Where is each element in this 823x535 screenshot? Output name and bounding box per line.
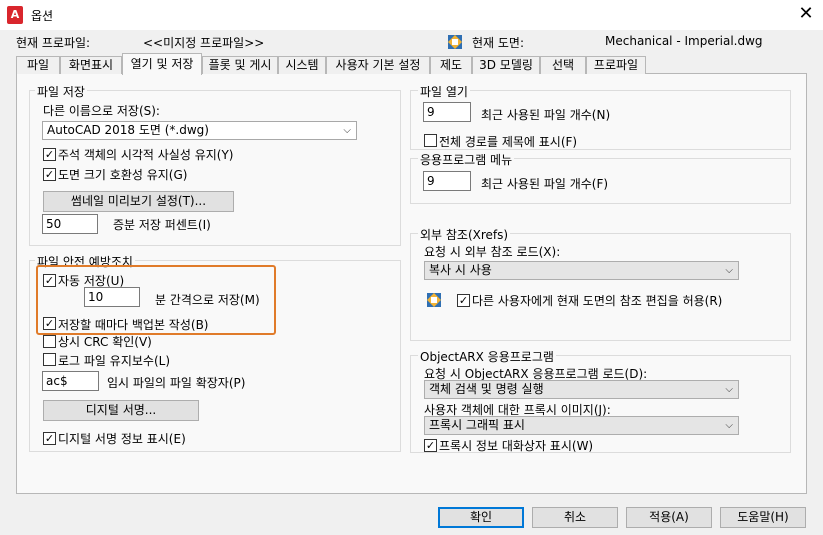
current-drawing-value: Mechanical - Imperial.dwg — [605, 34, 763, 48]
crc-checkbox[interactable] — [43, 335, 56, 348]
tab-plot-publish[interactable]: 플롯 및 게시 — [202, 56, 278, 74]
digital-signature-button[interactable]: 디지털 서명... — [43, 400, 199, 421]
thumbnail-settings-button[interactable]: 썸네일 미리보기 설정(T)... — [43, 191, 234, 212]
xrefs-title: 외부 참조(Xrefs) — [418, 226, 511, 243]
help-button[interactable]: 도움말(H) — [720, 507, 806, 528]
autosave-checkbox[interactable]: ✓ — [43, 274, 56, 287]
saveas-value: AutoCAD 2018 도면 (*.dwg) — [47, 123, 209, 137]
proxy-image-select[interactable]: 프록시 그래픽 표시 ⌵ — [424, 416, 739, 435]
chevron-down-icon: ⌵ — [725, 420, 733, 431]
proxy-dialog-label: 프록시 정보 대화상자 표시(W) — [439, 439, 594, 453]
log-checkbox[interactable] — [43, 353, 56, 366]
annotative-label: 주석 객체의 시각적 사실성 유지(Y) — [58, 148, 234, 162]
objectarx-title: ObjectARX 응용프로그램 — [418, 348, 556, 365]
close-icon[interactable]: ✕ — [794, 2, 818, 26]
file-save-title: 파일 저장 — [35, 83, 87, 100]
proxy-dialog-checkbox[interactable]: ✓ — [424, 439, 437, 452]
drawing-icon — [448, 35, 462, 49]
temp-ext-input[interactable]: ac$ — [42, 371, 99, 391]
log-label: 로그 파일 유지보수(L) — [58, 354, 170, 368]
digital-sig-info-checkbox[interactable]: ✓ — [43, 432, 56, 445]
demand-load-select[interactable]: 복사 시 사용 ⌵ — [424, 261, 739, 280]
tab-drafting[interactable]: 제도 — [430, 56, 472, 74]
saveas-select[interactable]: AutoCAD 2018 도면 (*.dwg) ⌵ — [42, 121, 357, 140]
chevron-down-icon: ⌵ — [725, 265, 733, 276]
proxy-image-value: 프록시 그래픽 표시 — [429, 418, 525, 432]
annotative-checkbox[interactable]: ✓ — [43, 148, 56, 161]
current-profile-label: 현재 프로파일: — [16, 36, 91, 50]
fullpath-checkbox[interactable] — [424, 134, 437, 147]
drawing-size-checkbox[interactable]: ✓ — [43, 168, 56, 181]
title-bar: A 옵션 ✕ — [0, 0, 823, 30]
tab-system[interactable]: 시스템 — [278, 56, 326, 74]
arx-load-value: 객체 검색 및 명령 실행 — [429, 382, 544, 396]
app-menu-title: 응용프로그램 메뉴 — [418, 151, 515, 168]
tab-3d-modeling[interactable]: 3D 모델링 — [472, 56, 540, 74]
window-title: 옵션 — [31, 9, 54, 23]
tab-user-preferences[interactable]: 사용자 기본 설정 — [326, 56, 430, 74]
ok-button[interactable]: 확인 — [438, 507, 524, 528]
tab-profiles[interactable]: 프로파일 — [586, 56, 646, 74]
file-open-title: 파일 열기 — [418, 83, 470, 100]
allow-ref-edit-checkbox[interactable]: ✓ — [457, 294, 470, 307]
apply-button[interactable]: 적용(A) — [626, 507, 712, 528]
tab-selection[interactable]: 선택 — [540, 56, 586, 74]
crc-label: 상시 CRC 확인(V) — [58, 335, 152, 349]
file-open-recent-label: 최근 사용된 파일 개수(N) — [481, 108, 611, 122]
backup-checkbox[interactable]: ✓ — [43, 317, 56, 330]
demand-load-value: 복사 시 사용 — [429, 263, 492, 277]
backup-label: 저장할 때마다 백업본 작성(B) — [58, 318, 209, 332]
saveas-label: 다른 이름으로 저장(S): — [43, 104, 160, 118]
incremental-save-label: 증분 저장 퍼센트(I) — [113, 218, 211, 232]
incremental-save-input[interactable]: 50 — [42, 214, 98, 234]
autosave-minutes-label: 분 간격으로 저장(M) — [155, 293, 260, 307]
demand-load-label: 요청 시 외부 참조 로드(X): — [424, 245, 561, 259]
drawing-icon — [427, 293, 441, 307]
arx-load-select[interactable]: 객체 검색 및 명령 실행 ⌵ — [424, 380, 739, 399]
current-drawing-label: 현재 도면: — [472, 36, 525, 50]
file-open-recent-input[interactable]: 9 — [423, 102, 471, 122]
tab-files[interactable]: 파일 — [16, 56, 60, 74]
tab-display[interactable]: 화면표시 — [60, 56, 122, 74]
cancel-button[interactable]: 취소 — [532, 507, 618, 528]
autocad-app-icon: A — [7, 6, 23, 24]
current-profile-value: <<미지정 프로파일>> — [143, 36, 265, 50]
tab-open-save[interactable]: 열기 및 저장 — [122, 53, 202, 75]
temp-ext-label: 임시 파일의 파일 확장자(P) — [107, 376, 246, 390]
allow-ref-edit-label: 다른 사용자에게 현재 도면의 참조 편집을 허용(R) — [472, 294, 723, 308]
chevron-down-icon: ⌵ — [725, 384, 733, 395]
digital-sig-info-label: 디지털 서명 정보 표시(E) — [58, 432, 186, 446]
fullpath-label: 전체 경로를 제목에 표시(F) — [439, 135, 578, 149]
app-menu-recent-input[interactable]: 9 — [423, 171, 471, 191]
chevron-down-icon: ⌵ — [343, 125, 351, 136]
drawing-size-label: 도면 크기 호환성 유지(G) — [58, 168, 188, 182]
app-menu-recent-label: 최근 사용된 파일 개수(F) — [481, 177, 609, 191]
autosave-minutes-input[interactable]: 10 — [84, 287, 140, 307]
